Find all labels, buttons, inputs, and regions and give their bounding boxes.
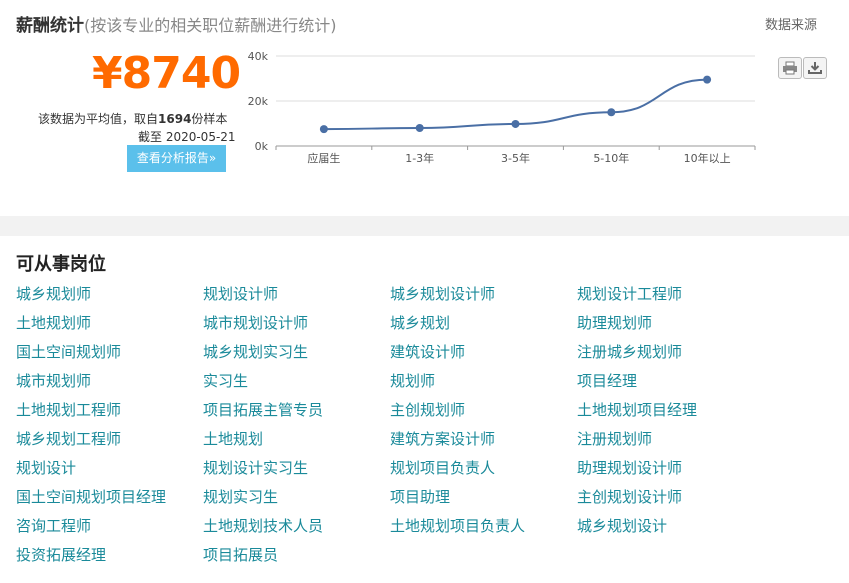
job-link[interactable]: 项目拓展主管专员 <box>203 399 323 420</box>
job-link[interactable]: 规划设计实习生 <box>203 457 308 478</box>
salary-line-chart: 0k 20k 40k 应届生 1-3年 3-5年 5-10年 10年以上 <box>248 50 756 165</box>
x-tick-label: 1-3年 <box>405 151 434 165</box>
data-point <box>511 119 520 128</box>
sample-note-prefix: 该数据为平均值，取自 <box>38 112 159 126</box>
job-link[interactable]: 建筑设计师 <box>390 341 465 362</box>
job-link[interactable]: 城乡规划实习生 <box>203 341 308 362</box>
job-link[interactable]: 注册城乡规划师 <box>577 341 682 362</box>
sample-count: 1694 <box>158 112 192 126</box>
x-tick-label: 10年以上 <box>684 151 731 165</box>
job-link[interactable]: 土地规划项目负责人 <box>390 515 525 536</box>
job-link[interactable]: 城乡规划设计 <box>577 515 667 536</box>
page-subtitle: (按该专业的相关职位薪酬进行统计) <box>84 16 337 35</box>
job-link[interactable]: 国土空间规划项目经理 <box>16 486 166 507</box>
date-note: 截至 2020-05-21 <box>138 130 236 144</box>
y-tick-label: 0k <box>255 140 269 153</box>
job-link[interactable]: 实习生 <box>203 370 248 391</box>
job-link[interactable]: 规划设计 <box>16 457 76 478</box>
x-tick-label: 5-10年 <box>593 151 629 165</box>
job-link[interactable]: 城市规划师 <box>16 370 91 391</box>
job-link[interactable]: 土地规划工程师 <box>16 399 121 420</box>
view-report-button[interactable]: 查看分析报告» <box>127 145 226 172</box>
job-link[interactable]: 城乡规划师 <box>16 283 91 304</box>
job-link[interactable]: 城乡规划工程师 <box>16 428 121 449</box>
job-link[interactable]: 项目拓展员 <box>203 544 278 565</box>
job-link[interactable]: 咨询工程师 <box>16 515 91 536</box>
download-button[interactable] <box>803 57 827 79</box>
y-tick-label: 20k <box>248 95 269 108</box>
job-link[interactable]: 城市规划设计师 <box>203 312 308 333</box>
data-point <box>415 124 424 132</box>
job-link[interactable]: 项目助理 <box>390 486 450 507</box>
job-link[interactable]: 注册规划师 <box>577 428 652 449</box>
data-source-link[interactable]: 数据来源 <box>765 14 817 33</box>
data-point <box>607 108 616 117</box>
download-icon <box>808 62 822 74</box>
job-link[interactable]: 城乡规划 <box>390 312 450 333</box>
page-title: 薪酬统计 <box>16 16 84 36</box>
job-link[interactable]: 城乡规划设计师 <box>390 283 495 304</box>
job-link[interactable]: 土地规划 <box>203 428 263 449</box>
job-link[interactable]: 主创规划设计师 <box>577 486 682 507</box>
job-link[interactable]: 规划项目负责人 <box>390 457 495 478</box>
job-link[interactable]: 土地规划项目经理 <box>577 399 697 420</box>
salary-title-row: 薪酬统计(按该专业的相关职位薪酬进行统计) <box>16 11 337 36</box>
print-button[interactable] <box>778 57 802 79</box>
average-salary: ¥8740 <box>92 48 241 99</box>
x-tick-label: 3-5年 <box>501 151 530 165</box>
job-link[interactable]: 规划师 <box>390 370 435 391</box>
job-link[interactable]: 投资拓展经理 <box>16 544 106 565</box>
job-link[interactable]: 助理规划设计师 <box>577 457 682 478</box>
job-link[interactable]: 国土空间规划师 <box>16 341 121 362</box>
job-link[interactable]: 规划设计工程师 <box>577 283 682 304</box>
y-tick-label: 40k <box>248 50 269 63</box>
job-link[interactable]: 助理规划师 <box>577 312 652 333</box>
data-point <box>703 75 712 84</box>
job-link[interactable]: 规划设计师 <box>203 283 278 304</box>
job-link[interactable]: 土地规划技术人员 <box>203 515 323 536</box>
jobs-section-title: 可从事岗位 <box>16 254 106 275</box>
sample-note: 该数据为平均值，取自1694份样本 <box>38 110 227 127</box>
sample-note-suffix: 份样本 <box>191 112 228 126</box>
job-link[interactable]: 规划实习生 <box>203 486 278 507</box>
job-link[interactable]: 主创规划师 <box>390 399 465 420</box>
job-link[interactable]: 土地规划师 <box>16 312 91 333</box>
x-tick-label: 应届生 <box>307 151 340 165</box>
job-link[interactable]: 建筑方案设计师 <box>390 428 495 449</box>
print-icon <box>783 61 797 75</box>
job-link[interactable]: 项目经理 <box>577 370 637 391</box>
data-point <box>319 125 328 134</box>
